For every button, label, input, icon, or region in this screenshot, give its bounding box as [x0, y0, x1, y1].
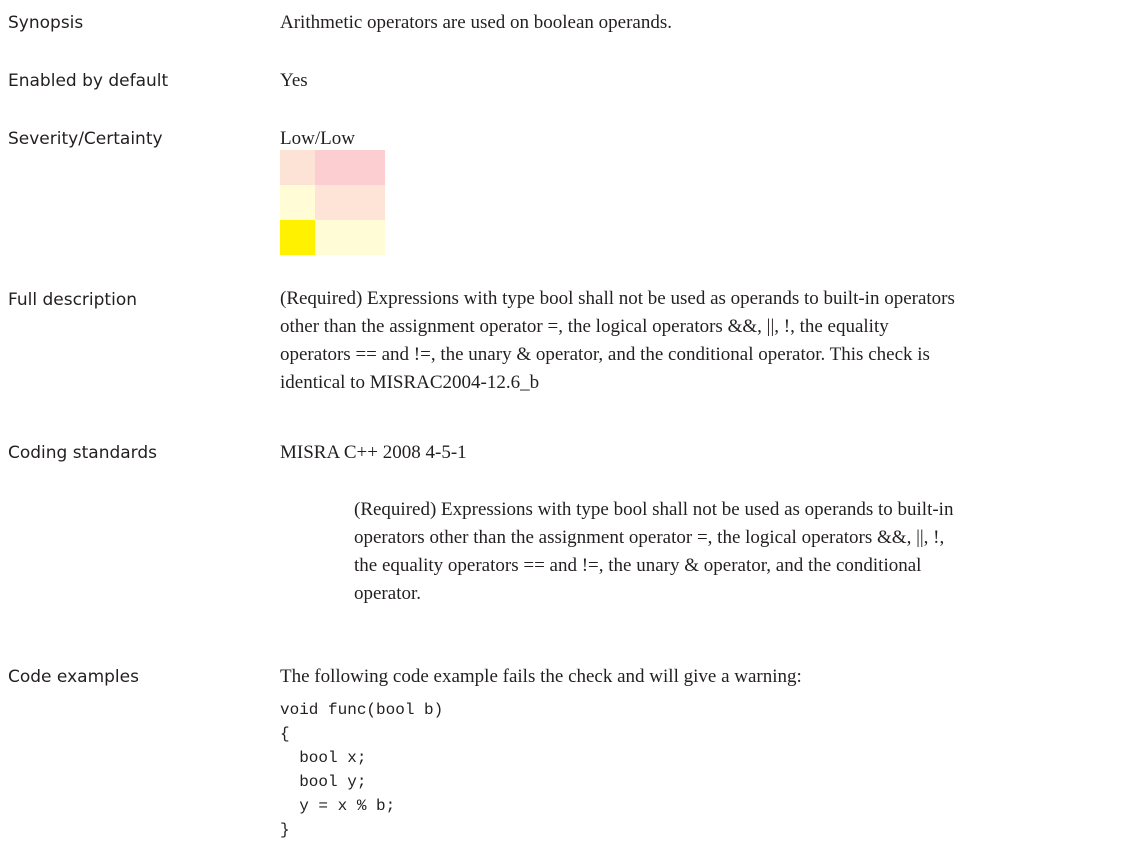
coding-standard-id: MISRA C++ 2008 4-5-1 [280, 442, 467, 463]
coding-standard-description: (Required) Expressions with type bool sh… [354, 496, 1094, 608]
synopsis-label: Synopsis [8, 13, 84, 33]
full-description-line: other than the assignment operator =, th… [280, 316, 889, 337]
enabled-by-default-value: Yes [280, 70, 308, 91]
severity-cell [350, 185, 385, 220]
severity-cell [280, 150, 315, 185]
full-description-text: (Required) Expressions with type bool sh… [280, 285, 1108, 397]
severity-certainty-label: Severity/Certainty [8, 129, 163, 149]
severity-cell [315, 220, 350, 255]
coding-standard-line: operator. [354, 583, 422, 604]
enabled-by-default-label: Enabled by default [8, 71, 169, 91]
severity-cell [315, 185, 350, 220]
severity-certainty-matrix [280, 150, 385, 255]
code-examples-label: Code examples [8, 667, 139, 687]
severity-cell [350, 220, 385, 255]
coding-standard-line: (Required) Expressions with type bool sh… [354, 499, 954, 520]
code-examples-intro: The following code example fails the che… [280, 666, 802, 687]
synopsis-text: Arithmetic operators are used on boolean… [280, 12, 673, 33]
full-description-line: identical to MISRAC2004-12.6_b [280, 372, 540, 393]
coding-standard-line: operators other than the assignment oper… [354, 527, 945, 548]
severity-cell [350, 150, 385, 185]
severity-certainty-value: Low/Low [280, 128, 355, 149]
full-description-label: Full description [8, 290, 137, 310]
severity-cell [280, 220, 315, 255]
severity-cell [315, 150, 350, 185]
full-description-line: (Required) Expressions with type bool sh… [280, 288, 955, 309]
code-example-block: void func(bool b) { bool x; bool y; y = … [280, 701, 444, 839]
full-description-line: operators == and !=, the unary & operato… [280, 344, 930, 365]
severity-cell [280, 185, 315, 220]
coding-standards-label: Coding standards [8, 443, 158, 463]
coding-standard-line: the equality operators == and !=, the un… [354, 555, 922, 576]
